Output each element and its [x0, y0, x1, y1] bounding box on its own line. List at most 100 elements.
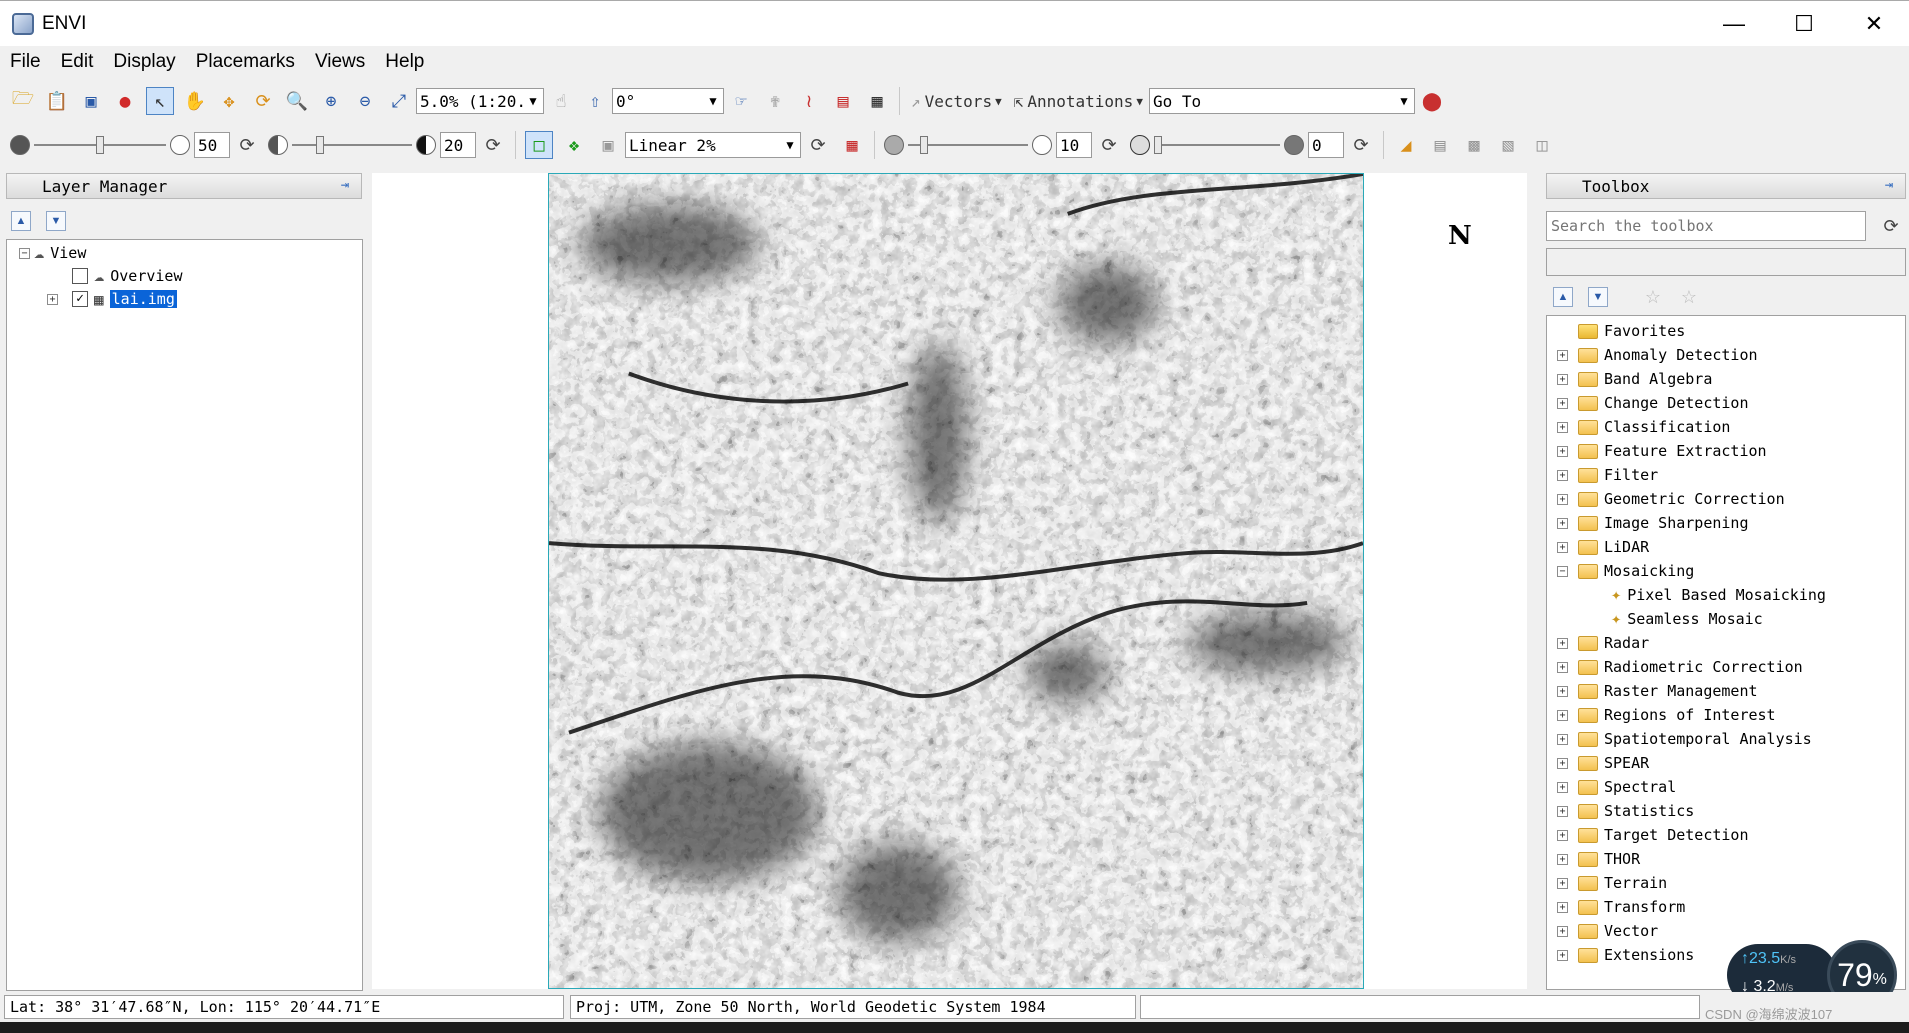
- toolbox-item-target-detection[interactable]: + Target Detection: [1557, 824, 1749, 846]
- spectral-profile-icon[interactable]: ≀: [796, 88, 822, 114]
- sharpen-slider[interactable]: [908, 132, 1028, 158]
- expand-toggle[interactable]: +: [1557, 685, 1568, 697]
- rotate-icon[interactable]: ⟳: [250, 88, 276, 114]
- exit-stop-icon[interactable]: ⬤: [1419, 88, 1445, 114]
- map-view[interactable]: N: [372, 173, 1527, 989]
- expand-toggle[interactable]: +: [47, 293, 58, 305]
- reset-transparency-icon[interactable]: ⟳: [1348, 132, 1374, 158]
- expand-toggle[interactable]: +: [1557, 709, 1568, 721]
- color-table-icon[interactable]: ▦: [839, 132, 865, 158]
- cursor-value-icon[interactable]: ☞: [728, 88, 754, 114]
- collapse-toggle[interactable]: −: [19, 247, 30, 259]
- layer-node-lai[interactable]: + ✓ ▦ lai.img: [47, 288, 177, 310]
- rotate-north-icon[interactable]: ☝: [548, 88, 574, 114]
- close-button[interactable]: ✕: [1839, 1, 1909, 47]
- expand-toggle[interactable]: +: [1557, 349, 1568, 361]
- view-layout-icon[interactable]: ◫: [1529, 132, 1555, 158]
- toolbox-item-terrain[interactable]: + Terrain: [1557, 872, 1667, 894]
- toolbox-item-anomaly-detection[interactable]: + Anomaly Detection: [1557, 344, 1758, 366]
- toolbox-item-feature-extraction[interactable]: + Feature Extraction: [1557, 440, 1767, 462]
- transparency-value-field[interactable]: 0: [1308, 132, 1344, 158]
- zoom-in-icon[interactable]: ⊕: [318, 88, 344, 114]
- refresh-toolbox-icon[interactable]: ⟳: [1878, 213, 1904, 239]
- stretch-full-icon[interactable]: □: [525, 131, 553, 159]
- roi-tool-icon[interactable]: ▤: [830, 88, 856, 114]
- toolbox-item-regions-of-interest[interactable]: + Regions of Interest: [1557, 704, 1776, 726]
- toolbox-item-image-sharpening[interactable]: + Image Sharpening: [1557, 512, 1749, 534]
- data-manager-icon[interactable]: 📋: [44, 88, 70, 114]
- expand-toggle[interactable]: +: [1557, 397, 1568, 409]
- fly-arrows-icon[interactable]: ✥: [216, 88, 242, 114]
- menu-display[interactable]: Display: [103, 51, 185, 73]
- toolbox-item-vector[interactable]: + Vector: [1557, 920, 1658, 942]
- expand-toggle[interactable]: +: [1557, 445, 1568, 457]
- remove-favorite-star-icon[interactable]: ☆: [1676, 284, 1702, 310]
- toolbox-item-extensions[interactable]: + Extensions: [1557, 944, 1694, 966]
- toolbox-item-radar[interactable]: + Radar: [1557, 632, 1649, 654]
- expand-toggle[interactable]: +: [1557, 949, 1568, 961]
- contrast-slider-thumb[interactable]: [316, 136, 324, 154]
- zoom-out-icon[interactable]: ⊖: [352, 88, 378, 114]
- expand-all-button[interactable]: ▼: [46, 211, 66, 231]
- blend-icon[interactable]: ▤: [1427, 132, 1453, 158]
- rotate-up-icon[interactable]: ⇧: [582, 88, 608, 114]
- toolbox-item-mosaicking[interactable]: − Mosaicking: [1557, 560, 1694, 582]
- transparency-slider-thumb[interactable]: [1154, 136, 1162, 154]
- menu-file[interactable]: File: [0, 51, 51, 73]
- contrast-slider[interactable]: [292, 132, 412, 158]
- minimize-button[interactable]: —: [1699, 1, 1769, 47]
- toolbox-collapse-button[interactable]: ▲: [1553, 287, 1573, 307]
- toolbox-item-band-algebra[interactable]: + Band Algebra: [1557, 368, 1712, 390]
- toolbox-item-spatiotemporal-analysis[interactable]: + Spatiotemporal Analysis: [1557, 728, 1812, 750]
- menu-placemarks[interactable]: Placemarks: [186, 51, 305, 73]
- expand-toggle[interactable]: +: [1557, 493, 1568, 505]
- sharpen-slider-thumb[interactable]: [920, 136, 928, 154]
- select-cursor-icon[interactable]: ↖: [146, 87, 174, 115]
- raster-image-lai[interactable]: [548, 173, 1364, 989]
- view-node[interactable]: − ☁ View: [19, 242, 86, 264]
- expand-toggle[interactable]: +: [1557, 373, 1568, 385]
- placemark-pin-icon[interactable]: ●: [112, 88, 138, 114]
- transparency-slider[interactable]: [1154, 132, 1280, 158]
- expand-toggle[interactable]: +: [1557, 517, 1568, 529]
- portal-icon[interactable]: ◢: [1393, 132, 1419, 158]
- expand-toggle[interactable]: +: [1557, 637, 1568, 649]
- flicker-icon[interactable]: ▩: [1461, 132, 1487, 158]
- collapse-toggle[interactable]: −: [1557, 565, 1568, 577]
- toolbox-search-input[interactable]: [1546, 211, 1866, 241]
- pan-hand-icon[interactable]: ✋: [182, 88, 208, 114]
- brightness-value-field[interactable]: 50: [194, 132, 230, 158]
- sharpen-value-field[interactable]: 10: [1056, 132, 1092, 158]
- overview-node[interactable]: ☁ Overview: [72, 265, 183, 287]
- expand-toggle[interactable]: +: [1557, 805, 1568, 817]
- expand-toggle[interactable]: +: [1557, 901, 1568, 913]
- dock-pin-icon[interactable]: ⇥: [335, 177, 355, 195]
- toolbox-item-spectral[interactable]: + Spectral: [1557, 776, 1676, 798]
- rotation-combo[interactable]: 0° ▼: [612, 88, 724, 114]
- swipe-icon[interactable]: ▧: [1495, 132, 1521, 158]
- menu-views[interactable]: Views: [305, 51, 375, 73]
- expand-toggle[interactable]: +: [1557, 877, 1568, 889]
- dock-pin-icon[interactable]: ⇥: [1879, 177, 1899, 195]
- brightness-slider-thumb[interactable]: [96, 136, 104, 154]
- add-favorite-star-icon[interactable]: ☆: [1640, 284, 1666, 310]
- stretch-type-combo[interactable]: Linear 2% ▼: [625, 132, 801, 158]
- toolbox-item-radiometric-correction[interactable]: + Radiometric Correction: [1557, 656, 1803, 678]
- expand-toggle[interactable]: +: [1557, 925, 1568, 937]
- goto-combo[interactable]: Go To ▼: [1148, 88, 1415, 114]
- zoom-tool-icon[interactable]: 🔍: [284, 88, 310, 114]
- zoom-full-icon[interactable]: ⤢: [386, 88, 412, 114]
- expand-toggle[interactable]: +: [1557, 829, 1568, 841]
- stretch-lock-icon[interactable]: ▣: [595, 132, 621, 158]
- toolbox-item-pixel-based-mosaicking[interactable]: ✦ Pixel Based Mosaicking: [1611, 584, 1826, 606]
- menu-edit[interactable]: Edit: [51, 51, 104, 73]
- toolbox-item-change-detection[interactable]: + Change Detection: [1557, 392, 1749, 414]
- toolbox-item-spear[interactable]: + SPEAR: [1557, 752, 1649, 774]
- toolbox-item-thor[interactable]: + THOR: [1557, 848, 1640, 870]
- expand-toggle[interactable]: +: [1557, 469, 1568, 481]
- toolbox-item-favorites[interactable]: Favorites: [1557, 320, 1685, 342]
- collapse-all-button[interactable]: ▲: [11, 211, 31, 231]
- toolbox-item-filter[interactable]: + Filter: [1557, 464, 1658, 486]
- open-folder-icon[interactable]: 🗁: [10, 88, 36, 114]
- zoom-combo[interactable]: 5.0% (1:20.2) ▼: [416, 88, 544, 114]
